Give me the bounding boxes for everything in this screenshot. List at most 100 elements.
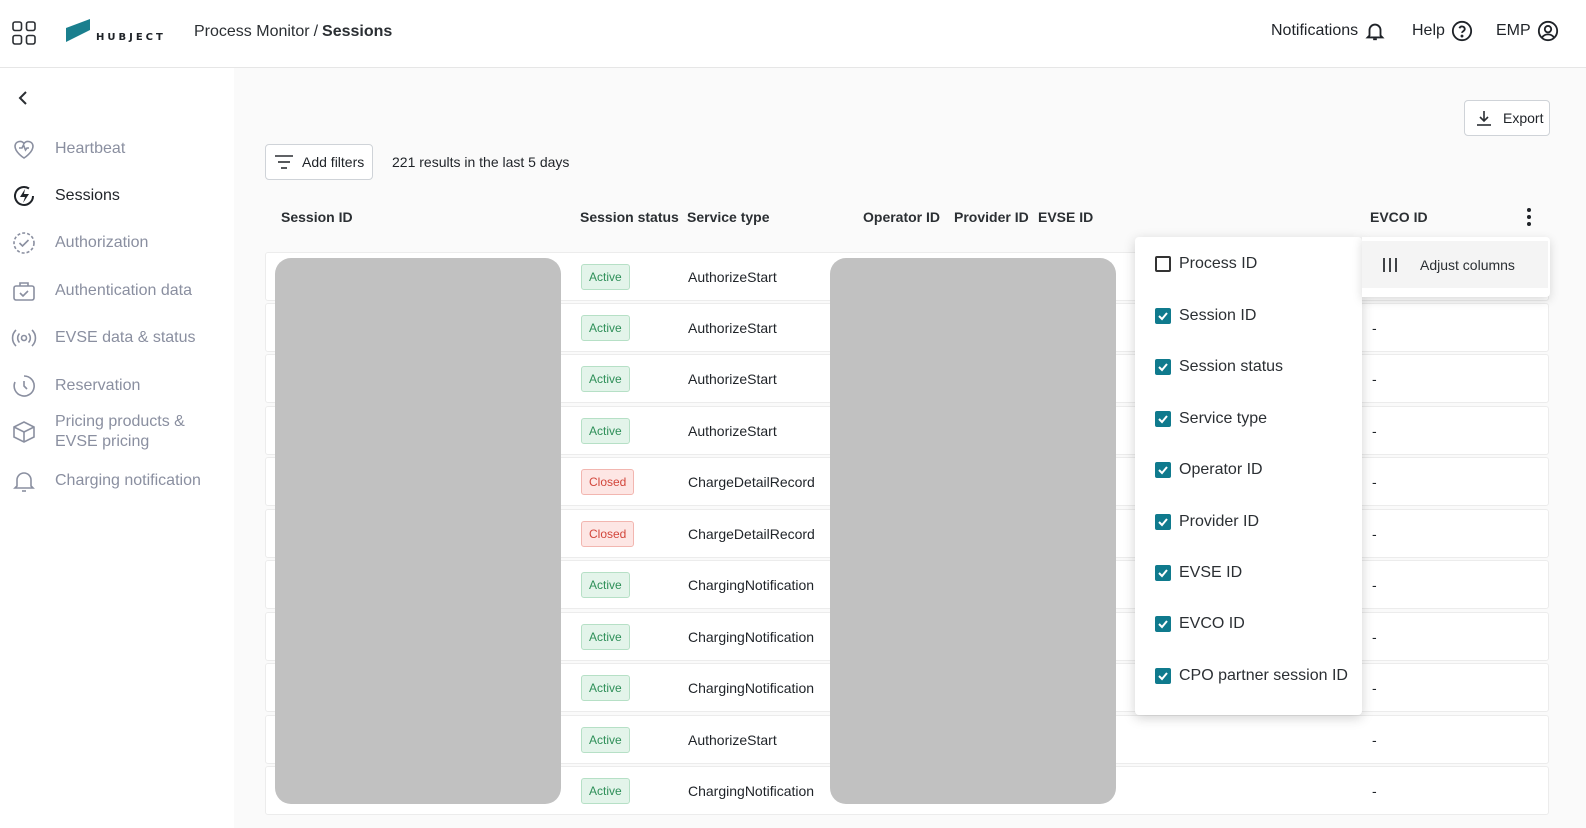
sidebar-item-label: Sessions [55, 187, 120, 204]
service-type-cell: AuthorizeStart [688, 423, 777, 439]
breadcrumb: Process Monitor / Sessions [194, 23, 392, 41]
bell-icon [1365, 23, 1385, 41]
evco-id-cell: - [1372, 320, 1377, 336]
help-button[interactable]: Help [1412, 20, 1473, 42]
service-type-cell: ChargeDetailRecord [688, 526, 815, 542]
checked-checkbox-icon[interactable] [1155, 359, 1171, 375]
column-header-evco-id[interactable]: EVCO ID [1370, 209, 1428, 225]
service-type-cell: ChargingNotification [688, 629, 815, 645]
column-visibility-menu: Process ID Session ID Session status Ser… [1135, 237, 1362, 715]
column-option-operator-id[interactable]: Operator ID [1155, 461, 1263, 479]
help-circle-icon [1451, 20, 1472, 42]
service-type-cell: ChargingNotification [688, 783, 815, 799]
status-badge: Active [581, 572, 630, 598]
sidebar-item-label: Pricing products & [55, 413, 185, 430]
column-header-service-type[interactable]: Service type [687, 209, 770, 225]
sidebar-item-charging-notification[interactable]: Charging notification [0, 468, 234, 494]
clock-icon [13, 375, 35, 397]
service-type-cell: AuthorizeStart [688, 320, 777, 336]
checked-checkbox-icon[interactable] [1155, 616, 1171, 632]
evco-id-cell: - [1372, 732, 1377, 748]
column-option-evco-id[interactable]: EVCO ID [1155, 615, 1245, 633]
status-badge: Active [581, 418, 630, 444]
redacted-session-ids [275, 258, 561, 804]
redacted-operator-provider-ids [830, 258, 1116, 804]
status-badge: Closed [581, 521, 635, 547]
evco-id-cell: - [1372, 577, 1377, 593]
sidebar-item-authorization[interactable]: Authorization [0, 230, 234, 256]
sidebar-item-label: EVSE pricing [55, 433, 150, 450]
evco-id-cell: - [1372, 526, 1377, 542]
add-filters-button[interactable]: Add filters [265, 144, 373, 180]
service-type-cell: ChargingNotification [688, 577, 815, 593]
logo-text: HUBJECT [96, 32, 166, 43]
sidebar-item-sessions[interactable]: Sessions [0, 183, 234, 209]
sidebar-item-label: EVSE data & status [55, 329, 196, 346]
sidebar-item-label: Charging notification [55, 472, 201, 489]
status-badge: Active [581, 675, 630, 701]
column-option-label: Session ID [1179, 307, 1257, 324]
main-content: Export Add filters 221 results in the la… [234, 68, 1586, 828]
column-option-provider-id[interactable]: Provider ID [1155, 513, 1259, 531]
hubject-logo[interactable]: HUBJECT [66, 18, 166, 48]
column-option-label: Service type [1179, 410, 1268, 427]
sidebar-item-reservation[interactable]: Reservation [0, 373, 234, 399]
sidebar-item-label: Authentication data [55, 282, 192, 299]
sidebar-item-authentication-data[interactable]: Authentication data [0, 278, 234, 304]
checked-checkbox-icon[interactable] [1155, 514, 1171, 530]
checked-checkbox-icon[interactable] [1155, 411, 1171, 427]
column-option-label: Session status [1179, 358, 1284, 375]
sidebar-item-evse-data-status[interactable]: EVSE data & status [0, 325, 234, 351]
column-option-label: Operator ID [1179, 461, 1263, 478]
service-type-cell: ChargingNotification [688, 680, 815, 696]
column-option-session-id[interactable]: Session ID [1155, 307, 1256, 325]
service-type-cell: AuthorizeStart [688, 732, 777, 748]
column-header-session-id[interactable]: Session ID [281, 209, 353, 225]
adjust-columns-label: Adjust columns [1420, 256, 1515, 273]
column-option-label: Process ID [1179, 255, 1258, 272]
column-header-session-status[interactable]: Session status [580, 209, 679, 225]
column-option-label: EVSE ID [1179, 564, 1243, 581]
bolt-icon [14, 186, 34, 206]
column-option-service-type[interactable]: Service type [1155, 410, 1267, 428]
checked-checkbox-icon[interactable] [1155, 565, 1171, 581]
sidebar-item-heartbeat[interactable]: Heartbeat [0, 136, 234, 162]
column-option-cpo-partner-session-id[interactable]: CPO partner session ID [1155, 667, 1348, 685]
results-count: 221 results in the last 5 days [392, 154, 570, 170]
sidebar-item-pricing[interactable]: Pricing products & EVSE pricing [0, 411, 234, 453]
evco-id-cell: - [1372, 629, 1377, 645]
column-header-provider-id[interactable]: Provider ID [954, 209, 1029, 225]
checked-checkbox-icon[interactable] [1155, 668, 1171, 684]
column-option-process-id[interactable]: Process ID [1155, 255, 1257, 273]
checked-checkbox-icon[interactable] [1155, 308, 1171, 324]
sidebar-item-label: Authorization [55, 234, 149, 251]
briefcase-icon [13, 282, 35, 301]
column-header-evse-id[interactable]: EVSE ID [1038, 209, 1093, 225]
signal-icon [11, 329, 37, 347]
adjust-columns-item[interactable]: Adjust columns [1362, 241, 1548, 288]
column-option-evse-id[interactable]: EVSE ID [1155, 564, 1242, 582]
column-header-operator-id[interactable]: Operator ID [863, 209, 940, 225]
sidebar-item-label: Heartbeat [55, 140, 126, 157]
export-button[interactable]: Export [1464, 100, 1550, 136]
status-badge: Active [581, 264, 630, 290]
column-option-session-status[interactable]: Session status [1155, 358, 1283, 376]
column-option-label: EVCO ID [1179, 615, 1245, 632]
sidebar: Heartbeat Sessions Authorization Authent… [0, 68, 234, 828]
sidebar-item-label-group: Pricing products & EVSE pricing [55, 412, 185, 452]
notifications-label: Notifications [1271, 22, 1359, 39]
more-vert-icon[interactable] [1520, 206, 1538, 228]
service-type-cell: ChargeDetailRecord [688, 474, 815, 490]
unchecked-checkbox-icon[interactable] [1155, 256, 1171, 272]
collapse-sidebar-icon[interactable] [14, 88, 34, 108]
column-option-label: Provider ID [1179, 513, 1260, 530]
breadcrumb-parent[interactable]: Process Monitor [194, 23, 310, 40]
box-icon [13, 421, 35, 443]
checked-checkbox-icon[interactable] [1155, 462, 1171, 478]
evco-id-cell: - [1372, 680, 1377, 696]
evco-id-cell: - [1372, 783, 1377, 799]
apps-grid-icon[interactable] [12, 21, 36, 45]
evco-id-cell: - [1372, 423, 1377, 439]
user-menu-button[interactable]: EMP [1496, 20, 1559, 42]
notifications-button[interactable]: Notifications [1271, 20, 1386, 42]
